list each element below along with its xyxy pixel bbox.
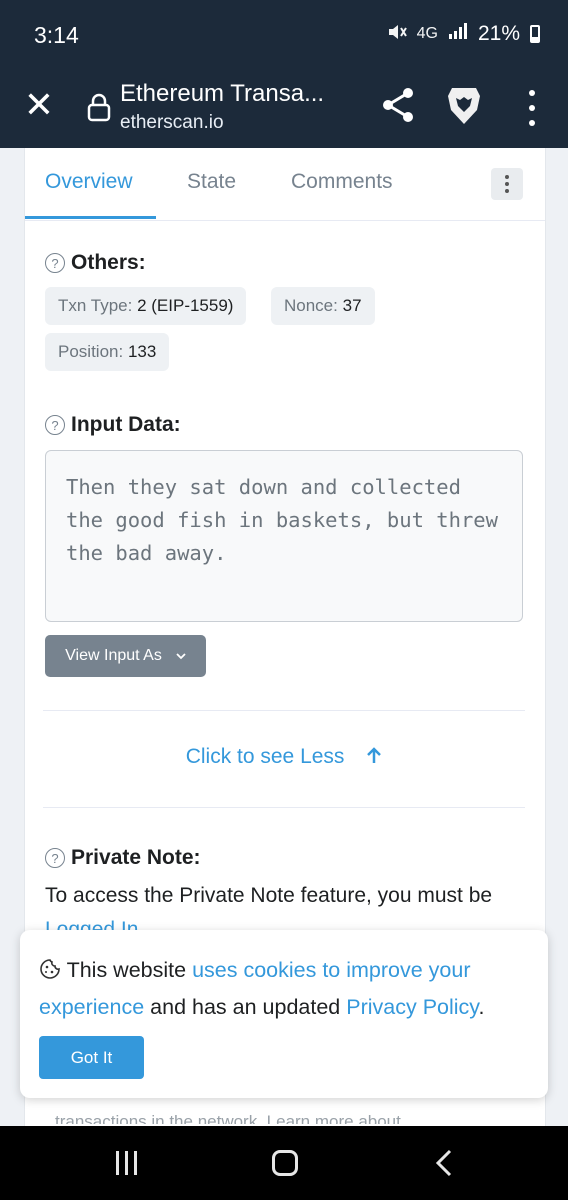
txn-type-value: 2 (EIP-1559) [137, 296, 234, 315]
nonce-label: Nonce: [284, 296, 338, 315]
private-note-heading: ? Private Note: [45, 846, 201, 870]
partial-obscured-text: transactions in the network. Learn more … [55, 1112, 401, 1124]
tab-comments[interactable]: Comments [291, 170, 393, 194]
battery-text: 21% [477, 22, 520, 45]
tab-more-icon[interactable] [491, 168, 523, 200]
close-icon[interactable]: ✕ [22, 87, 56, 123]
divider [43, 710, 525, 711]
help-icon[interactable]: ? [45, 253, 65, 273]
cookie-text-2: and has an updated [150, 995, 341, 1019]
position-badge: Position: 133 [45, 333, 170, 371]
signal-icon [448, 22, 468, 46]
battery-icon [530, 25, 540, 43]
txn-type-label: Txn Type: [58, 296, 133, 315]
tab-overview[interactable]: Overview [45, 170, 133, 194]
tab-state[interactable]: State [187, 170, 236, 194]
cookie-message: This website uses cookies to improve you… [39, 952, 529, 1026]
status-time: 3:14 [34, 22, 79, 48]
input-data-heading: ? Input Data: [45, 413, 181, 437]
tab-bar: Overview State Comments [25, 148, 545, 221]
browser-toolbar: ✕ Ethereum Transa... etherscan.io [0, 68, 568, 148]
privacy-policy-link[interactable]: Privacy Policy [346, 995, 478, 1019]
active-tab-indicator [25, 216, 156, 219]
txn-type-badge: Txn Type: 2 (EIP-1559) [45, 287, 247, 325]
position-label: Position: [58, 342, 124, 361]
home-icon[interactable] [272, 1150, 298, 1176]
brave-lion-icon[interactable] [446, 84, 482, 133]
private-note-text: To access the Private Note feature, you … [45, 884, 493, 907]
private-note-title: Private Note: [71, 846, 201, 869]
view-input-as-button[interactable]: View Input As [45, 635, 206, 677]
others-title: Others: [71, 251, 146, 274]
help-icon[interactable]: ? [45, 415, 65, 435]
got-it-button[interactable]: Got It [39, 1036, 144, 1079]
recents-icon[interactable] [116, 1151, 137, 1175]
chevron-down-icon [176, 653, 186, 660]
divider [43, 807, 525, 808]
cookie-text-1: This website [66, 958, 187, 982]
nonce-value: 37 [342, 296, 362, 315]
arrow-up-icon [367, 747, 382, 763]
system-nav-bar [0, 1126, 568, 1200]
help-icon[interactable]: ? [45, 848, 65, 868]
view-input-as-label: View Input As [65, 647, 162, 664]
back-icon[interactable] [433, 1148, 455, 1183]
mute-icon [387, 23, 407, 46]
more-vert-icon[interactable] [520, 88, 544, 128]
status-bar: 3:14 4G 21% [0, 0, 568, 68]
lock-icon[interactable] [86, 92, 112, 127]
position-value: 133 [127, 342, 157, 361]
see-less-link[interactable]: Click to see Less [25, 745, 545, 769]
cookie-icon [40, 959, 60, 979]
share-icon[interactable] [380, 86, 416, 129]
nonce-badge: Nonce: 37 [271, 287, 375, 325]
others-heading: ? Others: [45, 251, 146, 275]
network-4g-icon: 4G [416, 25, 438, 42]
cookie-text-3: . [478, 995, 485, 1019]
page-url[interactable]: etherscan.io [120, 112, 224, 134]
page-title[interactable]: Ethereum Transa... [120, 80, 324, 108]
input-data-field[interactable]: Then they sat down and collected the goo… [45, 450, 523, 622]
status-icons: 4G 21% [387, 22, 540, 46]
see-less-label: Click to see Less [185, 745, 345, 768]
cookie-banner: This website uses cookies to improve you… [20, 930, 548, 1098]
input-data-title: Input Data: [71, 413, 181, 436]
